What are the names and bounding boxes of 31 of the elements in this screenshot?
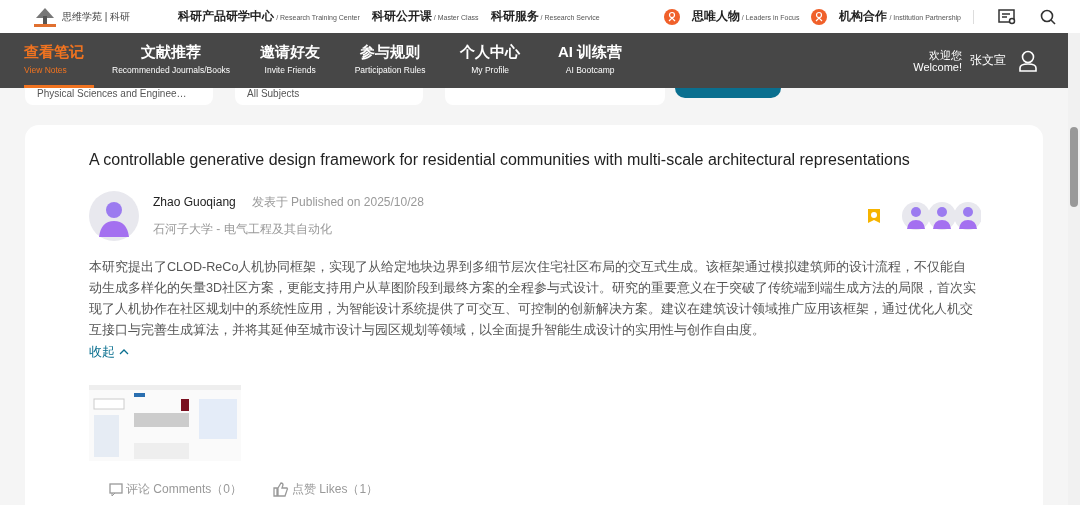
search-icon[interactable] bbox=[1040, 8, 1056, 25]
search-field[interactable] bbox=[445, 88, 665, 105]
person-icon[interactable] bbox=[663, 8, 680, 25]
search-button[interactable] bbox=[675, 88, 781, 98]
scrollbar[interactable] bbox=[1068, 33, 1080, 505]
note-title[interactable]: A controllable generative design framework for residential communities with multi-scale architectural representations bbox=[89, 151, 979, 169]
subject-dropdown[interactable]: All Subjects bbox=[235, 88, 423, 105]
comment-icon[interactable] bbox=[109, 483, 123, 496]
liker-avatars-icon bbox=[901, 201, 981, 231]
person-icon[interactable] bbox=[811, 8, 828, 25]
avatar-icon bbox=[89, 191, 139, 241]
certificate-icon[interactable] bbox=[998, 8, 1016, 25]
welcome-text: Welcome! bbox=[913, 60, 962, 73]
user-icon[interactable] bbox=[1018, 49, 1038, 72]
note-abstract: 本研究提出了CLOD-ReCo人机协同框架，实现了从给定地块边界到多细节层次住宅社区布局的交互式生成。该框架通过模拟建筑师的设计流程，不仅能自动生成多样化的矢量3D社区方案，更能支持用户从草图阶段到最终方案的全程参与式设计。研究的重要意义在于突破了传统端到端生成方法的局限，首次实现了人机协作在社区规划中的系统性应用，为智能设计系统提供了可交互、可控制的创新解决方案。建议在建筑设计领域推广应用该框架，通过优化人机交互接口与完善生成算法，并将其延伸至城市设计与园区规划等领域，以全面提升智能生成设计的实用性与创作自由度。 bbox=[89, 259, 978, 339]
badge-icon bbox=[867, 208, 881, 224]
subject-dropdown[interactable]: Physical Sciences and Enginee… bbox=[25, 88, 213, 105]
nav-tab[interactable]: 个人中心 My Profile bbox=[440, 33, 541, 88]
caret-icon[interactable] bbox=[119, 349, 129, 355]
welcome-text: 欢迎您 bbox=[929, 48, 962, 61]
publish-date: 发表于 Published on 2025/10/28 bbox=[251, 195, 424, 209]
nav-tab[interactable]: 参与规则 Participation Rules bbox=[340, 33, 441, 88]
thumbs-up-icon[interactable] bbox=[273, 482, 290, 497]
logo-text[interactable]: 思维学苑 | 科研 bbox=[62, 9, 131, 24]
user-name: 张文宣 bbox=[970, 52, 1006, 69]
nav-tab[interactable]: AI 训练营 AI Bootcamp bbox=[540, 33, 641, 88]
affiliation: 石河子大学 - 电气工程及其自动化 bbox=[153, 221, 333, 238]
nav-tab[interactable]: 邀请好友 Invite Friends bbox=[240, 33, 341, 88]
author-name[interactable]: Zhao Guoqiang bbox=[153, 195, 236, 209]
collapse-link[interactable]: 收起 bbox=[89, 343, 129, 361]
nav-tab[interactable]: 文献推荐 Recommended Journals/Books bbox=[102, 33, 241, 88]
